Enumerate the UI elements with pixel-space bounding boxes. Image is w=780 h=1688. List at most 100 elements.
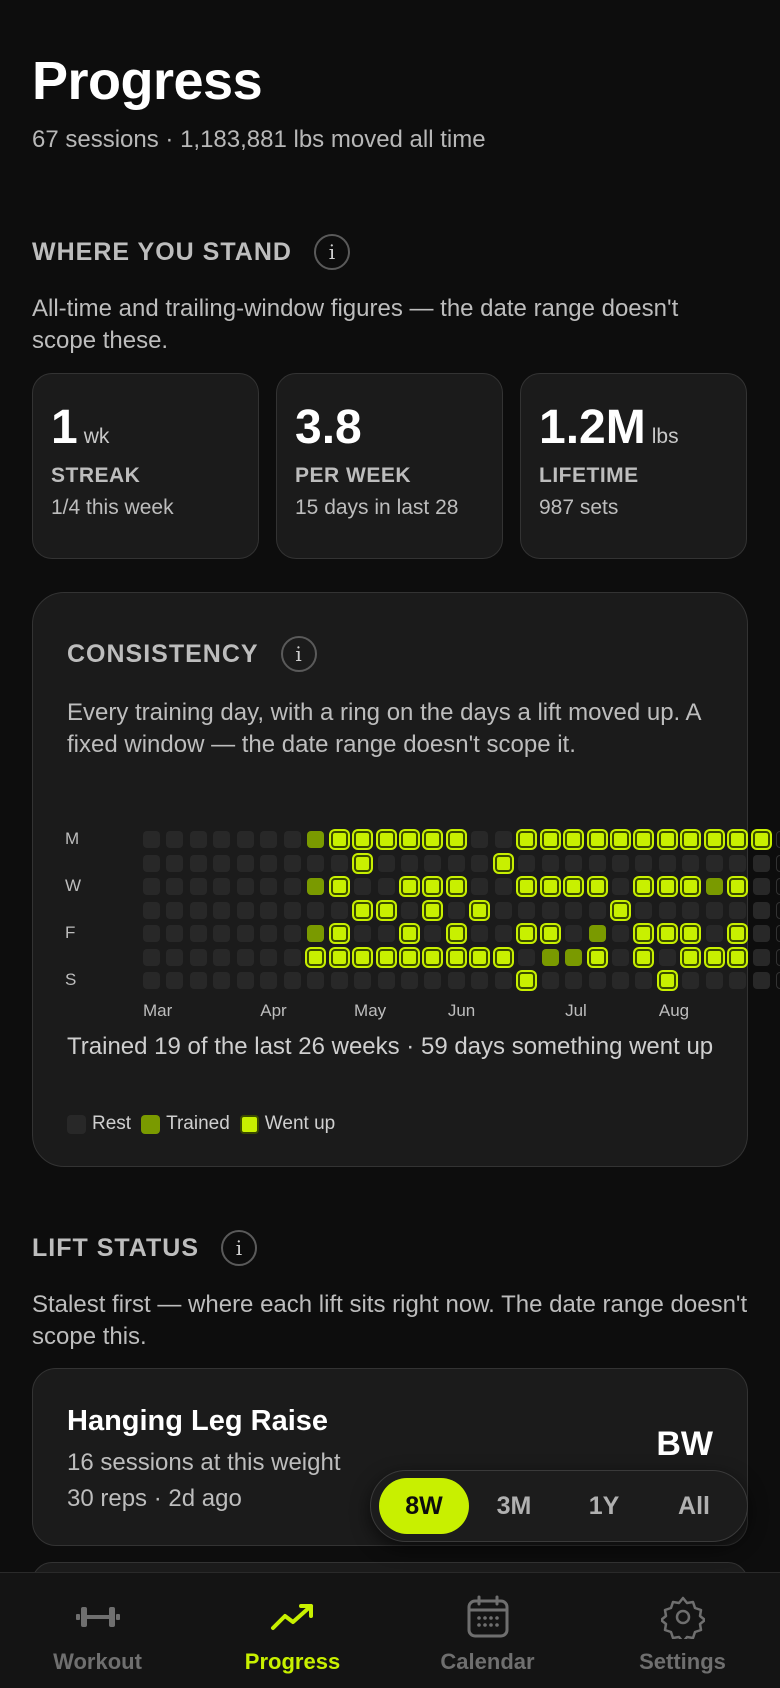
- heatmap-cell-rest: [189, 878, 207, 895]
- legend-swatch: [239, 1114, 259, 1134]
- legend-label: Trained: [166, 1113, 230, 1134]
- heatmap-cell-rest: [283, 948, 301, 966]
- heatmap-cell-rest: [518, 901, 536, 919]
- heatmap-cell-went-up: [447, 831, 465, 848]
- heatmap-cell-rest: [494, 878, 512, 895]
- lift-status-description: Stalest first — where each lift sits rig…: [32, 1291, 748, 1350]
- heatmap-cell-rest: [236, 925, 254, 942]
- heatmap-cell-rest: [752, 901, 770, 919]
- stat-label: PER WEEK: [295, 464, 412, 487]
- month-label: Apr: [260, 1001, 287, 1020]
- heatmap-cell-rest: [307, 854, 325, 872]
- heatmap-cell-rest: [260, 878, 278, 895]
- heatmap-cell-rest: [588, 854, 606, 872]
- heatmap-cell-rest: [283, 878, 301, 895]
- heatmap-cell-rest: [400, 972, 418, 989]
- heatmap-cell-rest: [518, 854, 536, 872]
- heatmap-cell-went-up: [518, 878, 536, 895]
- heatmap-cell-rest: [213, 948, 231, 966]
- heatmap-cell-rest: [236, 854, 254, 872]
- heatmap-cell-rest: [635, 854, 653, 872]
- tab-progress[interactable]: Progress: [195, 1573, 390, 1688]
- heatmap-cell-rest: [776, 972, 780, 989]
- heatmap-cell-rest: [400, 854, 418, 872]
- range-option-8w[interactable]: 8W: [379, 1478, 469, 1534]
- heatmap-cell-rest: [377, 854, 395, 872]
- where-you-stand-header: WHERE YOU STAND i: [32, 234, 350, 270]
- heatmap-cell-rest: [565, 854, 583, 872]
- heatmap-cell-rest: [260, 831, 278, 848]
- heatmap-cell-went-up: [588, 878, 606, 895]
- heatmap-cell-rest: [776, 901, 780, 919]
- heatmap-cell-rest: [494, 901, 512, 919]
- heatmap-cell-went-up: [635, 878, 653, 895]
- heatmap-cell-went-up: [354, 831, 372, 848]
- heatmap-cell-went-up: [400, 925, 418, 942]
- heatmap-cell-rest: [729, 854, 747, 872]
- heatmap-cell-rest: [354, 972, 372, 989]
- stat-sub: 1/4 this week: [51, 496, 174, 519]
- next-lift-card[interactable]: [32, 1562, 748, 1572]
- heatmap-cell-rest: [189, 831, 207, 848]
- heatmap-cell-rest: [776, 925, 780, 942]
- day-label: M: [65, 829, 80, 848]
- heatmap-cell-rest: [189, 901, 207, 919]
- heatmap-cell-went-up: [330, 925, 348, 942]
- heatmap-cell-rest: [260, 948, 278, 966]
- heatmap-cell-rest: [612, 948, 629, 966]
- tab-settings[interactable]: Settings: [585, 1573, 780, 1688]
- heatmap-cell-rest: [143, 948, 160, 966]
- heatmap-cell-went-up: [447, 878, 465, 895]
- heatmap-cell-went-up: [377, 901, 395, 919]
- stat-card-lifetime: 1.2M lbs LIFETIME 987 sets: [520, 373, 747, 559]
- heatmap-cell-rest: [518, 948, 536, 966]
- heatmap-cell-rest: [447, 972, 465, 989]
- info-icon[interactable]: i: [221, 1230, 257, 1266]
- info-icon[interactable]: i: [280, 636, 317, 672]
- info-icon[interactable]: i: [313, 234, 350, 270]
- heatmap-cell-went-up: [588, 831, 606, 848]
- heatmap-cell-rest: [213, 925, 231, 942]
- heatmap-cell-went-up: [400, 948, 418, 966]
- heatmap-cell-rest: [236, 901, 254, 919]
- stat-sub: 987 sets: [539, 496, 619, 519]
- stat-label: STREAK: [51, 464, 141, 487]
- heatmap-cell-rest: [776, 831, 780, 848]
- heatmap-cell-rest: [189, 948, 207, 966]
- range-option-all[interactable]: All: [649, 1478, 739, 1534]
- heatmap-cell-rest: [189, 854, 207, 872]
- heatmap-cell-trained: [307, 878, 325, 895]
- heatmap-cell-trained: [541, 948, 559, 966]
- heatmap-cell-rest: [471, 831, 489, 848]
- tab-label: Settings: [639, 1649, 726, 1674]
- heatmap-cell-went-up: [330, 878, 348, 895]
- heatmap-cell-rest: [166, 854, 184, 872]
- heatmap-cell-rest: [166, 925, 184, 942]
- heatmap-cell-trained: [307, 925, 325, 942]
- heatmap-cell-rest: [682, 901, 700, 919]
- range-option-1y[interactable]: 1Y: [559, 1478, 649, 1534]
- heatmap-cell-rest: [260, 901, 278, 919]
- date-range-selector: 8W 3M 1Y All: [370, 1470, 748, 1542]
- heatmap-cell-rest: [658, 901, 676, 919]
- heatmap-cell-rest: [236, 831, 254, 848]
- tab-workout[interactable]: Workout: [0, 1573, 195, 1688]
- heatmap-cell-went-up: [658, 925, 676, 942]
- lift-sessions: 16 sessions at this weight: [67, 1449, 341, 1476]
- heatmap-cell-rest: [283, 901, 301, 919]
- lift-status-header: LIFT STATUS i: [32, 1230, 257, 1266]
- heatmap-cell-rest: [143, 901, 160, 919]
- heatmap-cell-rest: [213, 901, 231, 919]
- heatmap-cell-rest: [612, 925, 629, 942]
- heatmap-cell-went-up: [565, 831, 583, 848]
- range-option-3m[interactable]: 3M: [469, 1478, 559, 1534]
- lift-weight: BW: [656, 1425, 713, 1463]
- month-label: Jun: [447, 1001, 476, 1020]
- heatmap-cell-went-up: [330, 831, 348, 848]
- heatmap-cell-went-up: [682, 948, 700, 966]
- heatmap-cell-went-up: [682, 878, 700, 895]
- tab-calendar[interactable]: Calendar: [390, 1573, 585, 1688]
- heatmap-cell-rest: [213, 972, 231, 989]
- page-subtitle: 67 sessions · 1,183,881 lbs moved all ti…: [32, 126, 486, 153]
- heatmap-cell-rest: [705, 925, 723, 942]
